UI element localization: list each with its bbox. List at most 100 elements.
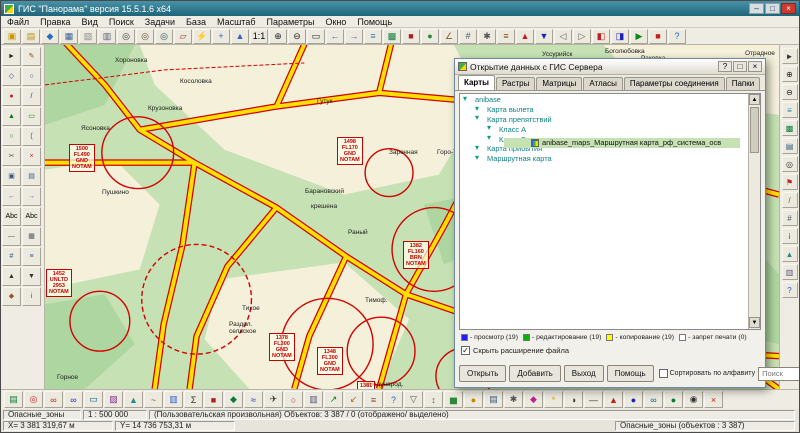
exit-task-icon[interactable]: × (704, 391, 723, 408)
sort-alphabet-checkbox[interactable] (659, 369, 668, 378)
refresh-flash-icon[interactable]: ⚡ (193, 29, 211, 44)
help-button[interactable]: Помощь (607, 365, 654, 382)
save-map-icon[interactable]: ▦ (60, 29, 78, 44)
tree-item[interactable]: Класс А (460, 124, 760, 134)
zones-icon[interactable]: ○ (284, 391, 303, 408)
dialog-tab[interactable]: Карты (458, 75, 495, 90)
globe-view-icon[interactable]: ● (421, 29, 439, 44)
r-ruler-icon[interactable]: / (782, 192, 798, 208)
atlas-icon[interactable]: ■ (204, 391, 223, 408)
text-title-icon[interactable]: Abc (22, 207, 41, 226)
r-info-icon[interactable]: i (782, 228, 798, 244)
dialog-tab[interactable]: Параметры соединения (624, 77, 725, 90)
settings2-icon[interactable]: ✱ (504, 391, 523, 408)
scale-1-1-button[interactable]: 1:1 (250, 29, 268, 44)
r-zoom-in-icon[interactable]: ⊕ (782, 66, 798, 82)
menu-item[interactable]: Файл (7, 17, 29, 27)
r-3d-icon[interactable]: ▲ (782, 246, 798, 262)
rotate-object-icon[interactable]: ○ (22, 67, 41, 86)
lower-object-icon[interactable]: ▼ (22, 267, 41, 286)
airfield-icon[interactable]: ✈ (264, 391, 283, 408)
new-map-icon[interactable]: ▣ (3, 29, 21, 44)
navigator-icon[interactable]: ◆ (224, 391, 243, 408)
layer-list-icon[interactable]: ≡ (364, 29, 382, 44)
add-button[interactable]: Добавить (509, 365, 560, 382)
delete-object-icon[interactable]: × (22, 147, 41, 166)
dialog-close-button[interactable]: × (748, 61, 762, 72)
copy-object-icon[interactable]: ▣ (2, 167, 21, 186)
link-icon[interactable]: ∞ (644, 391, 663, 408)
menu-item[interactable]: Поиск (109, 17, 134, 27)
run-task-icon[interactable]: ▶ (630, 29, 648, 44)
red-glasses-icon[interactable]: ∞ (44, 391, 63, 408)
contrast-icon[interactable]: ◑ (564, 391, 583, 408)
db-link-icon[interactable]: ≡ (364, 391, 383, 408)
previous-view-icon[interactable]: ← (326, 29, 344, 44)
open-button[interactable]: Открыть (459, 365, 506, 382)
scroll-down-icon[interactable]: ▼ (749, 317, 760, 328)
tree-item[interactable]: Маршрутная карта (460, 154, 760, 164)
dialog-maximize-button[interactable]: □ (733, 61, 747, 72)
next-view-icon[interactable]: → (345, 29, 363, 44)
menu-item[interactable]: База (186, 17, 206, 27)
print-icon[interactable]: ▥ (98, 29, 116, 44)
edit-pencil-icon[interactable]: ✎ (22, 47, 41, 66)
dialog-tab[interactable]: Папки (726, 77, 761, 90)
zoom-in-icon[interactable]: ⊕ (269, 29, 287, 44)
south-down-icon[interactable]: ▼ (535, 29, 553, 44)
maximize-button[interactable]: □ (765, 3, 780, 14)
menu-item[interactable]: Помощь (357, 17, 392, 27)
chart-icon[interactable]: ● (464, 391, 483, 408)
move-object-icon[interactable]: ◇ (2, 67, 21, 86)
report-icon[interactable]: ▤ (484, 391, 503, 408)
find-by-name-icon[interactable]: ◎ (136, 29, 154, 44)
find-route-icon[interactable]: ◎ (24, 391, 43, 408)
view-3d-icon[interactable]: ▲ (124, 391, 143, 408)
blue-glasses-icon[interactable]: ∞ (64, 391, 83, 408)
tree-item[interactable]: Карта препятствий (460, 115, 760, 125)
measure-length-icon[interactable]: — (2, 227, 21, 246)
r-layers-icon[interactable]: ≡ (782, 102, 798, 118)
cut-object-icon[interactable]: ✂ (2, 147, 21, 166)
paste-object-icon[interactable]: ▤ (22, 167, 41, 186)
brightness-icon[interactable]: * (544, 391, 563, 408)
print-map-icon[interactable]: ▥ (304, 391, 323, 408)
raise-object-icon[interactable]: ▲ (2, 267, 21, 286)
zoom-out-icon[interactable]: ⊖ (288, 29, 306, 44)
minimize-button[interactable]: – (749, 3, 764, 14)
scrollbar-thumb[interactable] (750, 107, 759, 153)
dialog-tab[interactable]: Матрицы (536, 77, 582, 90)
tree-item[interactable]: anibase (460, 95, 760, 105)
paint-map-icon[interactable]: ▨ (104, 391, 123, 408)
route-icon[interactable]: ≈ (244, 391, 263, 408)
dialog-help-button[interactable]: ? (718, 61, 732, 72)
r-grid-icon[interactable]: # (782, 210, 798, 226)
r-legend-icon[interactable]: ▩ (782, 120, 798, 136)
select-area-icon[interactable]: ▭ (84, 391, 103, 408)
r-object-list-icon[interactable]: ▤ (782, 138, 798, 154)
scroll-up-icon[interactable]: ▲ (749, 94, 760, 105)
eye-icon[interactable]: ◉ (684, 391, 703, 408)
exit-button[interactable]: Выход (564, 365, 604, 382)
north-up-icon[interactable]: ▲ (516, 29, 534, 44)
database-icon[interactable]: ≡ (497, 29, 515, 44)
find-object-icon[interactable]: ◎ (117, 29, 135, 44)
stop-task-icon[interactable]: ■ (649, 29, 667, 44)
r-zoom-out-icon[interactable]: ⊖ (782, 84, 798, 100)
view-left-icon[interactable]: ◁ (554, 29, 572, 44)
filter-icon[interactable]: ▽ (404, 391, 423, 408)
export-icon[interactable]: ↗ (324, 391, 343, 408)
measure-area-icon[interactable]: ▦ (22, 227, 41, 246)
server-maps-tree[interactable]: anibase Карта вылета anibase_maps_Карта … (459, 93, 761, 330)
create-rect-icon[interactable]: ▭ (22, 107, 41, 126)
r-select-icon[interactable]: ► (782, 48, 798, 64)
r-flag-icon[interactable]: ⚑ (782, 174, 798, 190)
redo-icon[interactable]: → (22, 187, 41, 206)
tree-scrollbar[interactable]: ▲ ▼ (748, 94, 760, 329)
create-arc-icon[interactable]: ( (22, 127, 41, 146)
menu-item[interactable]: Задачи (145, 17, 175, 27)
r-print-icon[interactable]: ▥ (782, 264, 798, 280)
zoom-window-icon[interactable]: ▭ (307, 29, 325, 44)
layers-toggle-icon[interactable]: ≡ (22, 247, 41, 266)
menu-item[interactable]: Масштаб (217, 17, 256, 27)
